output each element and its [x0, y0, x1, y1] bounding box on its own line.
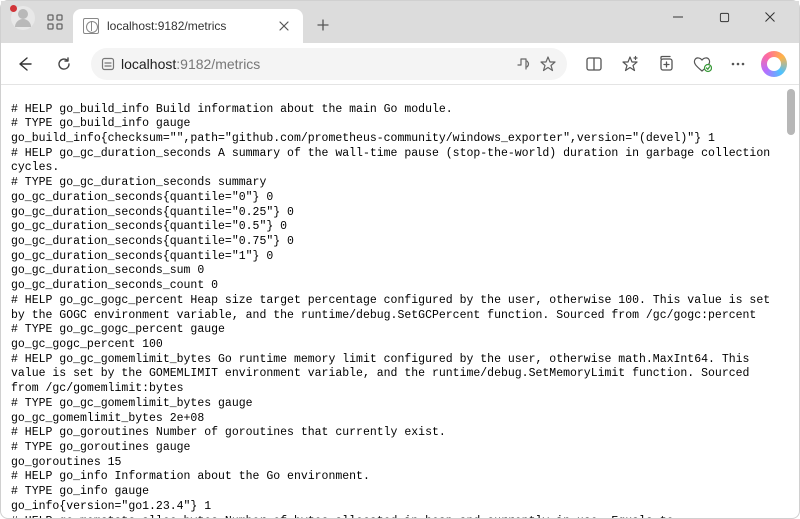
- new-tab-button[interactable]: [309, 11, 337, 39]
- collections-button[interactable]: [649, 48, 683, 80]
- notification-dot-icon: [10, 5, 17, 12]
- toolbar: localhost:9182/metrics: [1, 43, 799, 85]
- window-controls: [655, 1, 793, 33]
- more-button[interactable]: [721, 48, 755, 80]
- close-icon: [279, 21, 289, 31]
- page-favicon-icon: [83, 18, 99, 34]
- plus-icon: [317, 19, 329, 31]
- url-path: :9182/metrics: [176, 56, 260, 72]
- more-icon: [729, 55, 747, 73]
- scrollbar-thumb[interactable]: [787, 89, 795, 135]
- workspaces-icon: [46, 13, 64, 31]
- viewport: # HELP go_build_info Build information a…: [1, 85, 799, 518]
- back-button[interactable]: [9, 48, 43, 80]
- metrics-text[interactable]: # HELP go_build_info Build information a…: [1, 97, 783, 507]
- read-aloud-icon: [515, 55, 533, 73]
- favorites-icon: [621, 55, 639, 73]
- refresh-button[interactable]: [47, 48, 81, 80]
- site-info-icon: [101, 57, 115, 71]
- profile-button[interactable]: [11, 6, 35, 30]
- back-icon: [17, 55, 35, 73]
- address-bar[interactable]: localhost:9182/metrics: [91, 48, 567, 80]
- window-close-button[interactable]: [747, 1, 793, 33]
- heart-pulse-icon: [692, 55, 712, 73]
- copilot-button[interactable]: [757, 48, 791, 80]
- scrollbar[interactable]: [785, 87, 797, 516]
- workspaces-button[interactable]: [41, 8, 69, 36]
- tab-close-button[interactable]: [275, 17, 293, 35]
- toolbar-right: [577, 48, 791, 80]
- refresh-icon: [55, 55, 73, 73]
- maximize-button[interactable]: [701, 1, 747, 33]
- tab-title: localhost:9182/metrics: [107, 19, 267, 33]
- titlebar: localhost:9182/metrics: [1, 1, 799, 43]
- copilot-icon: [761, 51, 787, 77]
- collections-icon: [657, 55, 675, 73]
- browser-tab[interactable]: localhost:9182/metrics: [73, 9, 303, 43]
- split-screen-icon: [585, 55, 603, 73]
- close-icon: [764, 11, 776, 23]
- split-screen-button[interactable]: [577, 48, 611, 80]
- browser-essentials-button[interactable]: [685, 48, 719, 80]
- maximize-icon: [719, 12, 730, 23]
- minimize-button[interactable]: [655, 1, 701, 33]
- url-host: localhost: [121, 56, 176, 72]
- minimize-icon: [672, 11, 684, 23]
- star-icon[interactable]: [539, 55, 557, 73]
- favorites-button[interactable]: [613, 48, 647, 80]
- url-text: localhost:9182/metrics: [121, 56, 509, 72]
